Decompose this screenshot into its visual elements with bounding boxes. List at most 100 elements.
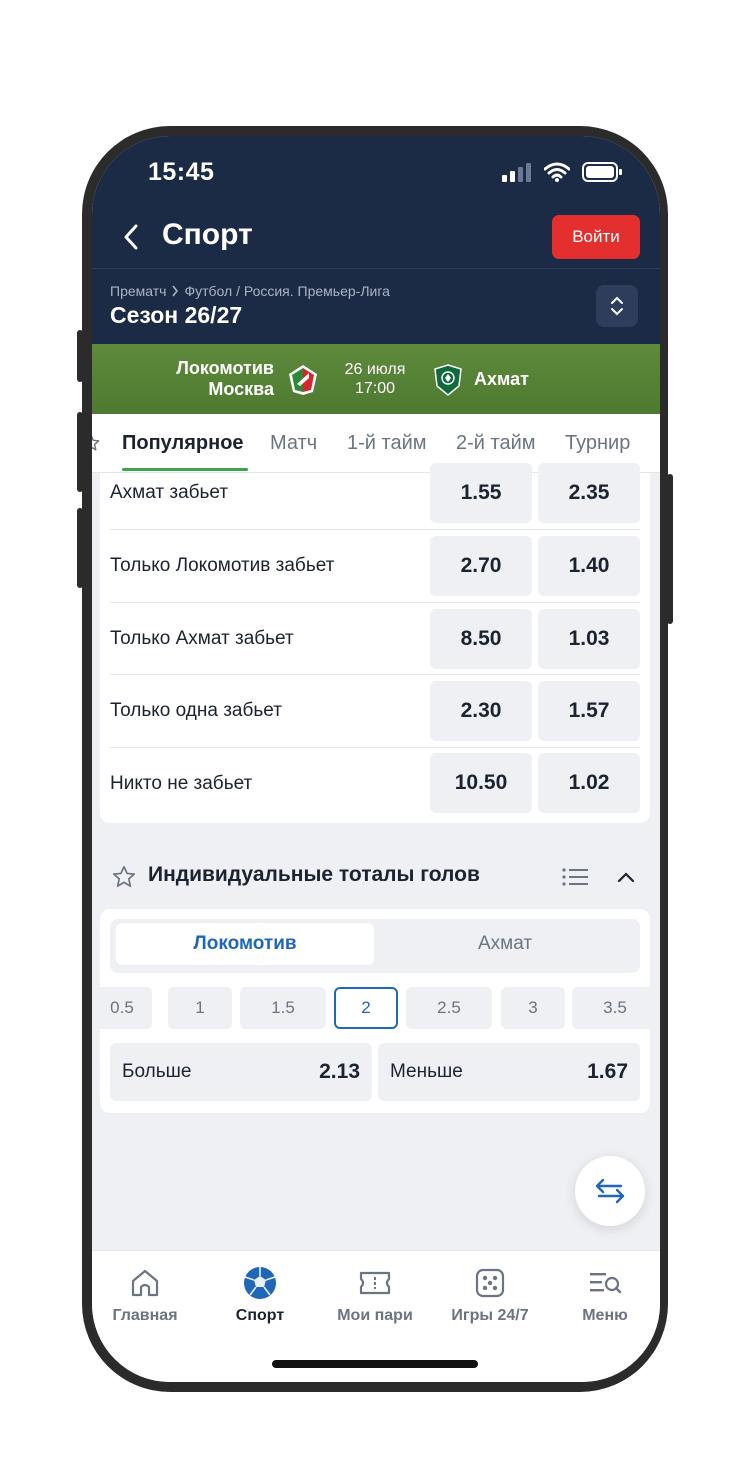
odd-button[interactable]: 10.50 [430,753,532,813]
menu-search-icon [590,1273,622,1294]
match-time: 17:00 [354,380,396,397]
nav-my-bets-label: Мои пари [337,1307,413,1324]
chevron-right-icon [172,285,179,297]
home-team-line2: Москва [208,379,274,399]
market-row-label: Только одна забьет [110,700,282,721]
chevron-up-down-icon [611,296,623,316]
both-teams-score-market: Ахмат забьет 1.55 2.35 Только Локомотив … [100,463,650,823]
home-team-line1: Локомотив [176,358,274,378]
odd-button[interactable]: 2.70 [430,536,532,596]
tab-match[interactable]: Матч [270,432,317,455]
chevron-left-icon [124,224,138,250]
tab-tournament[interactable]: Турнир [565,432,630,455]
odd-button[interactable]: 1.02 [538,753,640,813]
breadcrumb-league[interactable]: Футбол / Россия. Премьер-Лига [184,283,389,299]
total-line-chip[interactable]: 1.5 [240,987,326,1029]
swap-arrows-icon [595,1178,625,1204]
individual-totals-card: Локомотив Ахмат 0.5 1 1.5 2 2.5 3 3.5 Бо… [92,909,658,1113]
total-line-chip[interactable]: 3 [501,987,565,1029]
favorites-star-icon[interactable] [92,434,100,452]
market-row: Никто не забьет 10.50 1.02 [100,748,650,820]
total-line-chip[interactable]: 0.5 [92,987,152,1029]
market-row: Только одна забьет 2.30 1.57 [100,675,650,747]
market-row-label: Только Ахмат забьет [110,628,294,649]
market-row-label: Только Локомотив забьет [110,555,335,576]
login-button[interactable]: Войти [552,215,640,259]
phone-volume-down-button [77,508,83,588]
nav-games-label: Игры 24/7 [451,1307,529,1324]
soccer-ball-icon [244,1267,276,1299]
wifi-icon [544,162,570,182]
nav-sport-label: Спорт [235,1307,285,1324]
star-outline-icon[interactable] [112,865,136,889]
akhmat-logo-icon [434,364,462,396]
chevron-up-icon[interactable] [617,871,635,883]
under-bet-button[interactable]: Меньше 1.67 [378,1043,640,1101]
ticket-icon [359,1271,391,1295]
tab-second-half[interactable]: 2-й тайм [456,432,536,455]
away-team-name: Ахмат [474,369,529,389]
breadcrumb-prematch[interactable]: Прематч [110,283,166,299]
status-icons [502,162,622,182]
odd-button[interactable]: 1.57 [538,681,640,741]
nav-sport[interactable]: Спорт [205,1265,315,1325]
status-time: 15:45 [148,158,215,186]
section-title: Индивидуальные тоталы голов [148,863,480,886]
lokomotiv-logo-icon [289,365,317,395]
phone-power-button [667,474,673,624]
app-screen: 15:45 Спорт Войти Прематч Футбол / Росси… [92,136,660,1382]
signal-icon [502,163,531,182]
total-line-chip-selected[interactable]: 2 [334,987,398,1029]
tab-first-half[interactable]: 1-й тайм [347,432,427,455]
team-switcher: Локомотив Ахмат [110,919,640,973]
odd-button[interactable]: 8.50 [430,609,532,669]
nav-menu-label: Меню [582,1307,628,1324]
home-indicator [272,1360,478,1368]
odd-button[interactable]: 2.30 [430,681,532,741]
odd-button[interactable]: 1.40 [538,536,640,596]
over-label: Больше [122,1061,192,1082]
match-datetime: 26 июля 17:00 [332,360,418,398]
home-team-name: Локомотив Москва [176,358,274,400]
market-row: Ахмат забьет 1.55 2.35 [100,457,650,529]
odd-button[interactable]: 2.35 [538,463,640,523]
nav-my-bets[interactable]: Мои пари [320,1265,430,1325]
total-line-chip[interactable]: 1 [168,987,232,1029]
market-row: Только Ахмат забьет 8.50 1.03 [100,603,650,675]
total-line-chip[interactable]: 3.5 [572,987,658,1029]
over-odd: 2.13 [319,1060,360,1083]
app-header: 15:45 Спорт Войти Прематч Футбол / Росси… [92,136,660,344]
page-title: Спорт [162,218,253,251]
match-date: 26 июля [344,361,406,378]
market-row-label: Ахмат забьет [110,482,229,503]
event-selector-button[interactable] [596,285,638,327]
season-title: Сезон 26/27 [110,302,243,328]
team-tab-akhmat[interactable]: Ахмат [376,923,634,965]
nav-home[interactable]: Главная [92,1265,200,1325]
phone-volume-up-button [77,412,83,492]
match-banner[interactable]: Локомотив Москва 26 июля 17:00 Ахмат [92,344,660,414]
dice-icon [475,1268,505,1298]
swap-fab-button[interactable] [575,1156,645,1226]
under-label: Меньше [390,1061,463,1082]
nav-games[interactable]: Игры 24/7 [435,1265,545,1325]
nav-menu[interactable]: Меню [550,1265,660,1325]
team-tab-lokomotiv[interactable]: Локомотив [116,923,374,965]
phone-mute-button [77,330,83,382]
total-line-chip[interactable]: 2.5 [406,987,492,1029]
home-icon [131,1269,159,1297]
odd-button[interactable]: 1.55 [430,463,532,523]
totals-section-header[interactable]: Индивидуальные тоталы голов [92,841,660,909]
under-odd: 1.67 [587,1060,628,1083]
odd-button[interactable]: 1.03 [538,609,640,669]
breadcrumb[interactable]: Прематч Футбол / Россия. Премьер-Лига [110,283,390,299]
tab-popular[interactable]: Популярное [122,432,244,455]
list-view-icon[interactable] [562,867,588,887]
header-divider [92,268,660,269]
back-button[interactable] [114,220,148,254]
nav-home-label: Главная [112,1307,178,1324]
market-row: Только Локомотив забьет 2.70 1.40 [100,530,650,602]
over-bet-button[interactable]: Больше 2.13 [110,1043,372,1101]
battery-icon [582,162,622,182]
market-row-label: Никто не забьет [110,773,253,794]
